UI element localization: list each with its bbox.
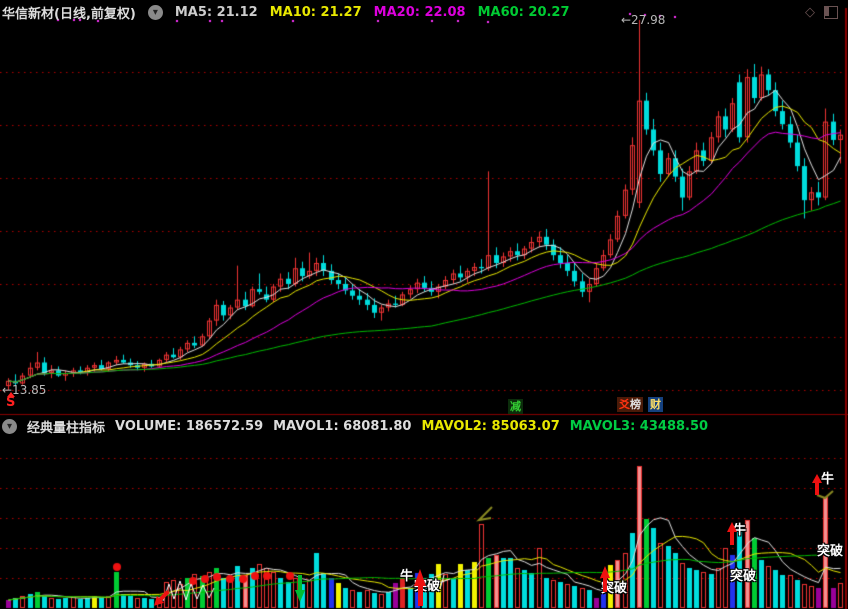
- ma60-readout: MA60: 20.27: [477, 5, 570, 20]
- volume-readout: VOLUME: 186572.59: [115, 419, 264, 434]
- mavol1-readout: MAVOL1: 68081.80: [273, 419, 412, 434]
- panel-icon[interactable]: [824, 6, 838, 19]
- mavol2-readout: MAVOL2: 85063.07: [421, 419, 560, 434]
- window-controls: ◇: [805, 6, 838, 19]
- badge-rank[interactable]: 爻榜: [617, 397, 643, 412]
- down-signal-arrow: [295, 575, 305, 602]
- badge-reduce[interactable]: 减: [508, 399, 523, 414]
- chevron-down-icon[interactable]: ▾: [2, 419, 17, 434]
- chart-canvas[interactable]: [0, 0, 848, 609]
- top-bar: 华信新材(日线,前复权) ▾ MA5: 21.12 MA10: 21.27 MA…: [2, 3, 570, 22]
- mavol3-readout: MAVOL3: 43488.50: [569, 419, 709, 434]
- ma5-readout: MA5: 21.12: [174, 5, 258, 20]
- ma20-readout: MA20: 22.08: [373, 5, 466, 20]
- high-price-label: ←27.98: [621, 13, 666, 27]
- indicator-name[interactable]: 经典量柱指标: [27, 417, 105, 436]
- bull-label: 牛: [821, 472, 835, 487]
- ma10-readout: MA10: 21.27: [269, 5, 362, 20]
- stock-title[interactable]: 华信新材(日线,前复权): [2, 3, 136, 22]
- s-point-marker: S: [6, 392, 15, 409]
- indicator-header: ▾ 经典量柱指标 VOLUME: 186572.59 MAVOL1: 68081…: [2, 417, 708, 436]
- diamond-icon[interactable]: ◇: [805, 6, 815, 19]
- breakout-label: 突破: [817, 544, 844, 559]
- chevron-down-icon[interactable]: ▾: [147, 5, 163, 20]
- stock-app-window: 华信新材(日线,前复权) ▾ MA5: 21.12 MA10: 21.27 MA…: [0, 0, 848, 609]
- buy-signal-arrow: [812, 474, 822, 495]
- bull-label: 牛: [400, 569, 414, 584]
- badge-finance[interactable]: 财: [648, 397, 663, 412]
- breakout-label: 突破: [730, 569, 757, 584]
- buy-signal-arrow: [414, 569, 426, 606]
- rank-badge-icon: 爻: [619, 398, 630, 411]
- buy-signal-arrow: [600, 566, 610, 592]
- buy-signal-arrow: [727, 522, 737, 545]
